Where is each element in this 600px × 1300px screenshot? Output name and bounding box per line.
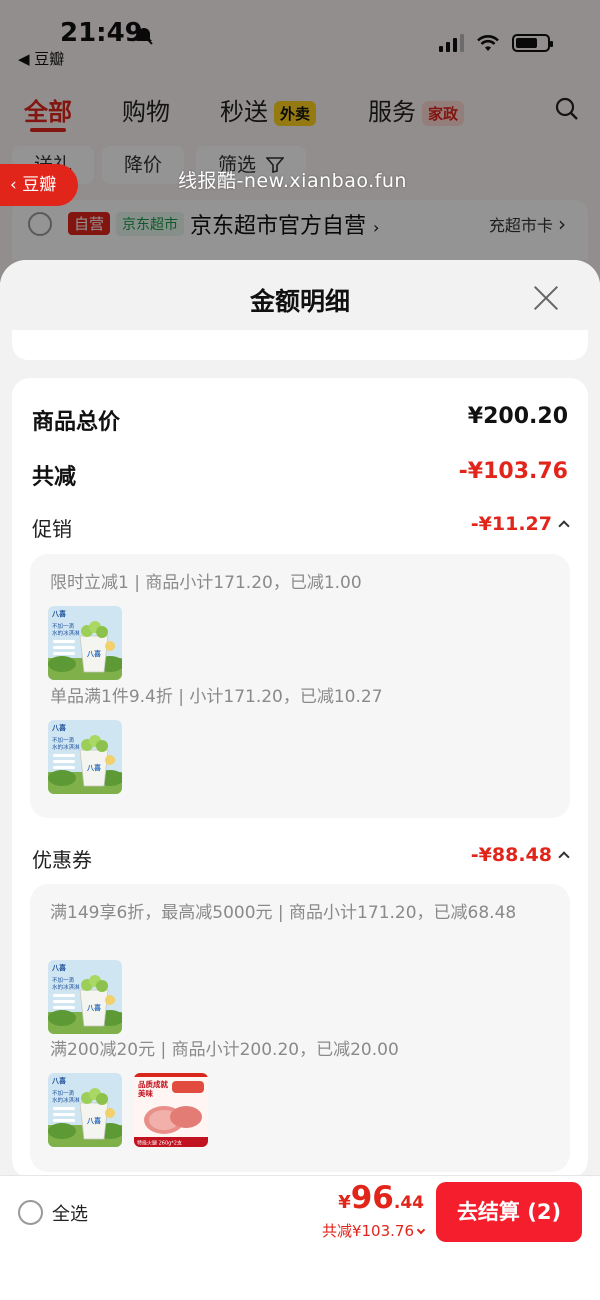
chevron-up-icon: [558, 520, 570, 532]
total-price: ¥96.44: [338, 1180, 424, 1216]
svg-text:八喜: 八喜: [86, 1003, 101, 1012]
promo-detail-box: 限时立减1 | 商品小计171.20，已减1.00 八喜 不加一滴 水的冰淇淋 八喜 …: [30, 554, 570, 818]
svg-text:美味: 美味: [138, 1088, 153, 1098]
amount-detail-sheet: 金额明细 商品总价 ¥200.20 共减 -¥103.76 促销 -¥11.27…: [0, 260, 600, 1300]
watermark-text: 线报酷-new.xianbao.fun: [178, 170, 407, 192]
promo-value: -¥11.27: [470, 513, 552, 535]
promo-item-text: 单品满1件9.4折 | 小计171.20，已减10.27: [50, 687, 383, 707]
svg-text:水的冰淇淋: 水的冰淇淋: [52, 629, 80, 637]
total-price-decimal: .44: [393, 1193, 424, 1213]
checkout-button[interactable]: 去结算 (2): [436, 1182, 582, 1242]
savings-toggle[interactable]: 共减¥103.76: [321, 1220, 426, 1241]
product-thumbnail[interactable]: 八喜 不加一滴 水的冰淇淋 八喜: [48, 720, 122, 794]
chevron-up-icon: [558, 851, 570, 863]
svg-text:八喜: 八喜: [51, 723, 66, 732]
svg-text:不加一滴: 不加一滴: [52, 622, 75, 630]
svg-text:水的冰淇淋: 水的冰淇淋: [52, 983, 80, 991]
coupon-label: 优惠券: [32, 848, 92, 872]
goods-total-value: ¥200.20: [467, 404, 568, 429]
amount-detail-card: 商品总价 ¥200.20 共减 -¥103.76 促销 -¥11.27 限时立减…: [12, 378, 588, 1178]
promo-item-text: 限时立减1 | 商品小计171.20，已减1.00: [50, 573, 362, 593]
total-reduce-row: 共减 -¥103.76: [32, 459, 568, 490]
select-all-label[interactable]: 全选: [52, 1200, 88, 1226]
svg-text:水的冰淇淋: 水的冰淇淋: [52, 1096, 80, 1104]
svg-text:八喜: 八喜: [51, 1076, 66, 1085]
total-price-integer: 96: [350, 1180, 394, 1216]
chevron-left-icon: ‹: [10, 175, 23, 195]
product-thumbnail[interactable]: 八喜 不加一滴 水的冰淇淋 八喜: [48, 1073, 122, 1147]
svg-text:不加一滴: 不加一滴: [52, 976, 75, 984]
collapsed-card: [12, 330, 588, 360]
savings-text: 共减¥103.76: [321, 1222, 414, 1240]
svg-text:水的冰淇淋: 水的冰淇淋: [52, 743, 80, 751]
goods-total-row: 商品总价 ¥200.20: [32, 404, 568, 435]
yogurt-product-image: 八喜不加一滴水的冰淇淋八喜: [48, 960, 122, 1034]
total-reduce-label: 共减: [32, 465, 77, 490]
svg-text:八喜: 八喜: [86, 649, 101, 658]
promo-label: 促销: [32, 517, 72, 541]
svg-text:品质成就: 品质成就: [138, 1079, 168, 1089]
svg-text:八喜: 八喜: [86, 763, 101, 772]
product-thumbnail[interactable]: 八喜 不加一滴 水的冰淇淋 八喜: [48, 960, 122, 1034]
total-reduce-value: -¥103.76: [458, 459, 568, 484]
goods-total-label: 商品总价: [32, 410, 121, 435]
sheet-header: 金额明细: [0, 260, 600, 336]
svg-text:特级火腿 260g*2支: 特级火腿 260g*2支: [137, 1140, 182, 1147]
svg-text:八喜: 八喜: [86, 1116, 101, 1125]
ham-product-image: 品质成就美味特级火腿 260g*2支: [134, 1073, 208, 1147]
select-all-radio[interactable]: [18, 1200, 43, 1225]
coupon-item-text: 满149享6折，最高减5000元 | 商品小计171.20，已减68.48: [50, 903, 517, 923]
home-indicator-area: [0, 1247, 600, 1300]
coupon-section-header[interactable]: 优惠券 -¥88.48: [32, 844, 570, 872]
promo-section-header[interactable]: 促销 -¥11.27: [32, 513, 570, 541]
svg-text:不加一滴: 不加一滴: [52, 736, 75, 744]
yogurt-product-image: 八喜不加一滴水的冰淇淋八喜: [48, 606, 122, 680]
product-thumbnail[interactable]: 八喜 不加一滴 水的冰淇淋 八喜: [48, 606, 122, 680]
currency-symbol: ¥: [338, 1192, 351, 1213]
back-to-douban-button[interactable]: ‹ 豆瓣: [0, 164, 78, 206]
coupon-value-wrap: -¥88.48: [470, 844, 570, 866]
svg-text:八喜: 八喜: [51, 963, 66, 972]
coupon-item-text: 满200减20元 | 商品小计200.20，已减20.00: [50, 1040, 399, 1060]
promo-value-wrap: -¥11.27: [470, 513, 570, 535]
close-icon[interactable]: [532, 284, 560, 312]
sheet-title: 金额明细: [249, 287, 350, 316]
checkout-bar: 全选 ¥96.44 共减¥103.76 去结算 (2): [0, 1175, 600, 1247]
coupon-value: -¥88.48: [470, 844, 552, 866]
ham-product-thumbnail[interactable]: 品质成就 美味特级火腿 260g*2支: [134, 1073, 208, 1147]
yogurt-product-image: 八喜不加一滴水的冰淇淋八喜: [48, 720, 122, 794]
svg-text:八喜: 八喜: [51, 609, 66, 618]
yogurt-product-image: 八喜不加一滴水的冰淇淋八喜: [48, 1073, 122, 1147]
back-to-douban-label: 豆瓣: [22, 175, 57, 195]
chevron-down-icon: [416, 1225, 426, 1235]
svg-text:不加一滴: 不加一滴: [52, 1089, 75, 1097]
coupon-detail-box: 满149享6折，最高减5000元 | 商品小计171.20，已减68.48 八喜…: [30, 884, 570, 1172]
